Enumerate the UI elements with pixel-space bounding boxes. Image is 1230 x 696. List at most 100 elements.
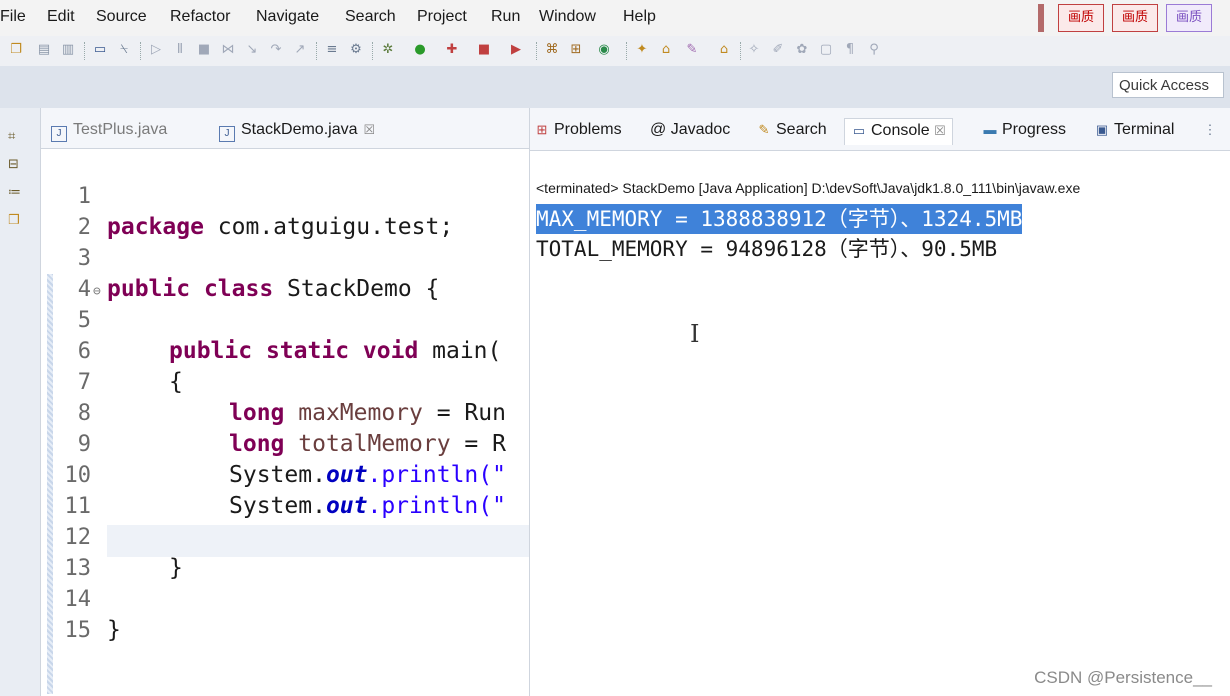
code-line[interactable]: 15	[41, 584, 96, 643]
external-tools-icon[interactable]: ✚	[444, 42, 460, 58]
step-return-icon[interactable]: ↗	[292, 42, 308, 58]
next-annotation-icon[interactable]: ⚲	[866, 42, 882, 58]
block-selection-icon[interactable]: ▢	[818, 42, 834, 58]
use-step-filters-icon[interactable]: ≡	[324, 42, 340, 58]
stop-icon[interactable]: ■	[476, 42, 492, 58]
outline-icon[interactable]: ≔	[8, 184, 26, 202]
new-java-project-icon[interactable]: ⌘	[544, 42, 560, 58]
keyword: static	[265, 338, 350, 364]
new-package-icon[interactable]: ⊞	[568, 42, 584, 58]
disconnect-icon[interactable]: ⋈	[220, 42, 236, 58]
open-type-icon[interactable]: ✦	[634, 42, 650, 58]
suspend-icon[interactable]: Ⅱ	[172, 42, 188, 58]
save-icon[interactable]: ▤	[36, 42, 52, 58]
tab-label: Console	[871, 122, 930, 139]
tab-overflow[interactable]: ⋮	[1202, 118, 1222, 144]
search-tool-icon[interactable]: ✎	[684, 42, 700, 58]
console-icon: ▭	[852, 123, 866, 138]
open-folder-icon[interactable]: ⌂	[658, 42, 674, 58]
tab-label: Search	[776, 121, 827, 138]
save-all-icon[interactable]: ▥	[60, 42, 76, 58]
close-tab-icon[interactable]: ☒	[364, 122, 376, 137]
code-line[interactable]: 2	[41, 181, 96, 240]
quality-badge-1[interactable]: 画质	[1058, 4, 1104, 32]
code-line[interactable]: 14 }	[41, 553, 121, 643]
code-line[interactable]: 9 System.out.println("	[41, 398, 506, 488]
terminate-icon[interactable]: ■	[196, 42, 212, 58]
toolbar-separator	[626, 42, 628, 60]
new-icon[interactable]: ❐	[8, 42, 24, 58]
tab-progress[interactable]: ▬ Progress	[982, 118, 1067, 144]
code-line[interactable]: 7 long maxMemory = Run	[41, 336, 506, 426]
menu-edit[interactable]: Edit	[47, 8, 75, 26]
editor-tabs: J TestPlus.java J StackDemo.java ☒	[41, 108, 529, 149]
new-class-icon[interactable]: ◉	[596, 42, 612, 58]
terminated-status: <terminated> StackDemo [Java Application…	[536, 180, 1081, 196]
bottom-view-tabs: ⊞ Problems @ Javadoc ✎ Search ▭ Console ☒ ▬…	[530, 108, 1230, 151]
java-file-icon: J	[51, 126, 67, 142]
menu-search[interactable]: Search	[345, 8, 396, 26]
show-whitespace-icon[interactable]: ¶	[842, 42, 858, 58]
code-text: StackDemo {	[273, 276, 440, 302]
code-text: .println("	[367, 462, 506, 488]
keyword: package	[107, 214, 204, 240]
code-line[interactable]: 6 {	[41, 305, 183, 395]
tab-problems[interactable]: ⊞ Problems	[534, 118, 622, 144]
run-icon[interactable]: ●	[412, 42, 428, 58]
pin-icon[interactable]: ✧	[746, 42, 762, 58]
line-number: 15	[64, 618, 92, 643]
variable: maxMemory	[298, 400, 423, 426]
menu-project[interactable]: Project	[417, 8, 467, 26]
menu-source[interactable]: Source	[96, 8, 147, 26]
annotation-icon[interactable]: ✿	[794, 42, 810, 58]
menu-navigate[interactable]: Navigate	[256, 8, 319, 26]
code-line[interactable]: 4	[41, 243, 96, 302]
resume-icon[interactable]: ▷	[148, 42, 164, 58]
tab-javadoc[interactable]: @ Javadoc	[650, 118, 730, 144]
code-line[interactable]: 13	[41, 522, 96, 581]
toolbar-separator	[84, 42, 86, 60]
code-line[interactable]: 10 System.out.println("	[41, 429, 506, 519]
step-over-icon[interactable]: ↷	[268, 42, 284, 58]
menu-file[interactable]: File	[0, 8, 26, 26]
mark-occurrences-icon[interactable]: ✐	[770, 42, 786, 58]
tab-console[interactable]: ▭ Console ☒	[844, 118, 953, 145]
keyword: public	[107, 276, 191, 302]
terminal-icon[interactable]: ▭	[92, 42, 108, 58]
code-text: System.	[229, 493, 326, 519]
code-line[interactable]: 3 public class StackDemo {	[41, 212, 440, 302]
tab-stackdemo[interactable]: J StackDemo.java ☒	[219, 117, 375, 147]
open-task-icon[interactable]: ⌂	[716, 42, 732, 58]
menu-help[interactable]: Help	[623, 8, 656, 26]
navigator-icon[interactable]: ❒	[8, 212, 26, 230]
skip-breakpoints-icon[interactable]: ⍀	[116, 42, 132, 58]
tab-label: TestPlus.java	[73, 121, 168, 138]
tab-search[interactable]: ✎ Search	[756, 118, 827, 144]
left-minimized-strip: ⌗ ⊟ ≔ ❒	[0, 108, 41, 696]
code-line[interactable]: 8 long totalMemory = R	[41, 367, 506, 457]
quick-access-input[interactable]: Quick Access	[1112, 72, 1224, 98]
menu-refactor[interactable]: Refactor	[170, 8, 230, 26]
fold-icon[interactable]: ⊖	[93, 276, 101, 307]
tab-terminal[interactable]: ▣ Terminal	[1094, 118, 1175, 144]
code-line[interactable]: 11	[41, 460, 96, 519]
tab-testplus[interactable]: J TestPlus.java	[51, 117, 167, 147]
step-into-icon[interactable]: ↘	[244, 42, 260, 58]
debug-icon[interactable]: ✲	[380, 42, 396, 58]
code-line[interactable]: 12 }	[41, 491, 183, 581]
menu-window[interactable]: Window	[539, 8, 596, 26]
code-line[interactable]: 1 package com.atguigu.test;	[41, 150, 453, 240]
menu-bar: File Edit Source Refactor Navigate Searc…	[0, 0, 1230, 36]
coverage-icon[interactable]: ▶	[508, 42, 524, 58]
close-tab-icon[interactable]: ☒	[934, 123, 946, 138]
code-text: com.atguigu.test;	[203, 214, 454, 240]
code-line[interactable]: 5 ⊖ public static void main(	[41, 274, 502, 364]
console-output-line[interactable]: TOTAL_MEMORY = 94896128（字节）、90.5MB	[536, 234, 997, 264]
hierarchy-icon[interactable]: ⊟	[8, 156, 26, 174]
console-output-line[interactable]: MAX_MEMORY = 1388838912（字节）、1324.5MB	[536, 204, 1023, 234]
quality-badge-3[interactable]: 画质	[1166, 4, 1212, 32]
debug-config-icon[interactable]: ⚙	[348, 42, 364, 58]
menu-run[interactable]: Run	[491, 8, 520, 26]
quality-badge-2[interactable]: 画质	[1112, 4, 1158, 32]
package-explorer-icon[interactable]: ⌗	[8, 128, 26, 146]
